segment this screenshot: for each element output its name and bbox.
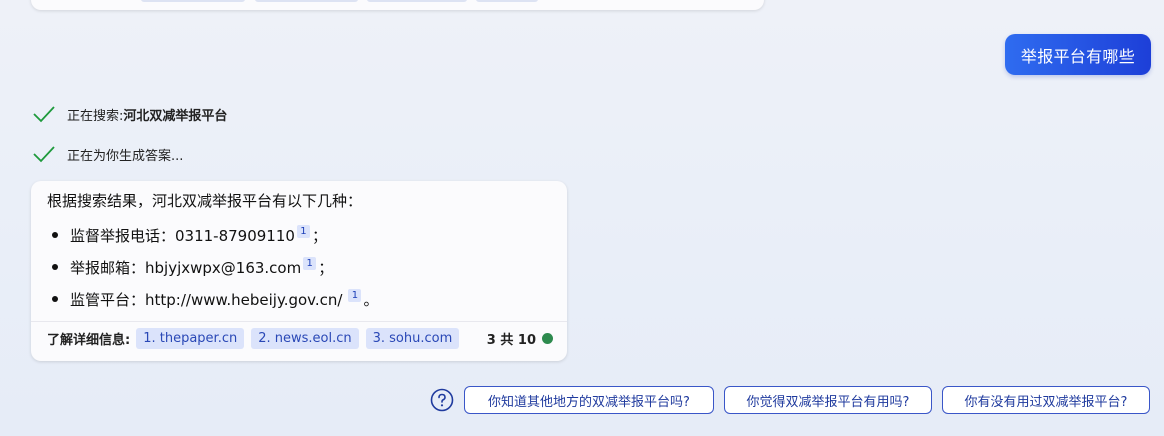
suggestion-button-1[interactable]: 你知道其他地方的双减举报平台吗? — [464, 386, 714, 414]
citation-badge[interactable]: 1 — [303, 256, 317, 270]
list-item-text: 监督举报电话：0311-87909110 — [70, 226, 295, 245]
previous-source-chip — [476, 0, 538, 2]
generating-status-text: 正在为你生成答案... — [67, 148, 184, 164]
list-item-text: 举报邮箱：hbjyjxwpx@163.com — [70, 258, 302, 277]
answer-card: 根据搜索结果，河北双减举报平台有以下几种： 监督举报电话：0311-879091… — [31, 181, 567, 361]
answer-intro: 根据搜索结果，河北双减举报平台有以下几种： — [47, 192, 363, 210]
check-icon — [33, 146, 55, 163]
previous-source-chip — [255, 0, 358, 2]
response-count-text: 3 共 10 — [486, 333, 536, 348]
source-link-news-eol[interactable]: 2. news.eol.cn — [251, 328, 359, 349]
suggestion-button-3[interactable]: 你有没有用过双减举报平台? — [942, 386, 1150, 414]
learn-more-label: 了解详细信息: — [47, 333, 131, 348]
previous-response-card — [31, 0, 764, 10]
learn-more-row: 了解详细信息: 1. thepaper.cn 2. news.eol.cn 3.… — [47, 328, 553, 349]
generating-status-row: 正在为你生成答案... — [32, 142, 183, 166]
list-item-punct: ； — [311, 226, 327, 245]
bullet — [52, 264, 58, 270]
source-link-thepaper[interactable]: 1. thepaper.cn — [136, 328, 245, 349]
list-item-punct: 。 — [363, 290, 379, 309]
list-item-punct: ； — [318, 258, 334, 277]
response-count: 3 共 10 — [487, 329, 553, 348]
suggestion-button-2[interactable]: 你觉得双减举报平台有用吗? — [724, 386, 932, 414]
list-item-text: 监管平台：http://www.hebeijy.gov.cn/ — [70, 290, 343, 309]
bullet — [52, 232, 58, 238]
user-message-bubble: 举报平台有哪些 — [1004, 34, 1151, 75]
question-circle-icon[interactable] — [430, 388, 454, 412]
check-icon — [33, 106, 55, 123]
citation-badge[interactable]: 1 — [348, 288, 362, 302]
user-message-text: 举报平台有哪些 — [1020, 46, 1135, 66]
source-link-sohu[interactable]: 3. sohu.com — [365, 328, 460, 349]
previous-source-chip — [141, 0, 245, 2]
list-item: 监督举报电话：0311-87909110 1 ； — [47, 219, 378, 251]
search-status-row: 正在搜索: 河北双减举报平台 — [32, 102, 227, 126]
answer-list: 监督举报电话：0311-87909110 1 ； 举报邮箱：hbjyjxwpx@… — [47, 219, 378, 315]
status-dot-icon — [542, 333, 553, 344]
previous-source-chip — [367, 0, 467, 2]
list-item: 监管平台：http://www.hebeijy.gov.cn/ 1 。 — [47, 283, 378, 315]
divider — [31, 321, 567, 322]
search-query: 河北双减举报平台 — [123, 108, 228, 124]
search-status-prefix: 正在搜索: — [67, 108, 124, 124]
citation-badge[interactable]: 1 — [296, 224, 310, 238]
list-item: 举报邮箱：hbjyjxwpx@163.com 1 ； — [47, 251, 378, 283]
bullet — [52, 296, 58, 302]
